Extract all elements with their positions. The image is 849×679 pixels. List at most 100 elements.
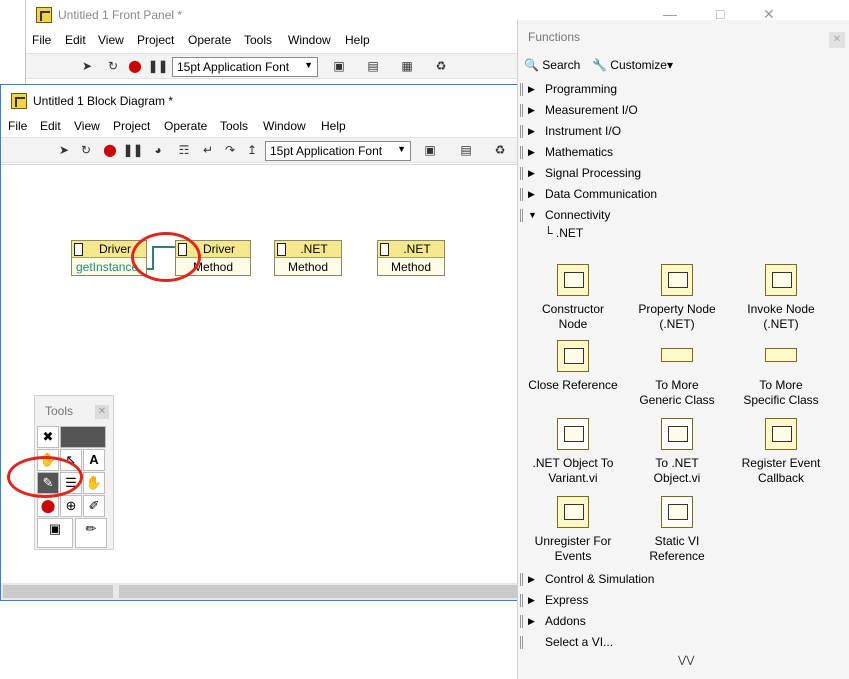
grip-icon <box>520 615 523 628</box>
reorder-icon[interactable]: ♻ <box>432 58 450 74</box>
menu-window[interactable]: Window <box>263 119 306 133</box>
menu-view[interactable]: View <box>74 119 100 133</box>
category-label: Data Communication <box>545 187 658 201</box>
run-arrow-icon[interactable]: ➤ <box>78 58 96 74</box>
pause-icon[interactable]: ❚❚ <box>123 142 143 158</box>
menu-project[interactable]: Project <box>137 33 174 47</box>
constructor-node-item[interactable]: Constructor Node <box>518 264 628 332</box>
close-reference-item[interactable]: Close Reference <box>518 340 628 393</box>
font-select[interactable]: 15pt Application Font ▼ <box>265 141 411 161</box>
automatic-selection-icon[interactable] <box>60 426 106 448</box>
subcategory-net[interactable]: └ .NET <box>544 226 583 240</box>
scrollbar-thumb[interactable] <box>3 585 113 598</box>
menu-window[interactable]: Window <box>288 33 331 47</box>
functions-palette: Functions ✕ 🔍 Search 🔧 Customize▾ ▶ Progr… <box>517 20 849 679</box>
category-instrument-io[interactable]: ▶ Instrument I/O <box>518 121 849 142</box>
get-color-icon[interactable]: ✐ <box>83 495 105 517</box>
menu-edit[interactable]: Edit <box>65 33 86 47</box>
pause-icon[interactable]: ❚❚ <box>148 58 168 74</box>
invoke-node-icon <box>765 264 797 296</box>
brush-icon[interactable]: ✏ <box>75 518 107 548</box>
invoke-node-item[interactable]: Invoke Node (.NET) <box>726 264 836 332</box>
category-label: Select a VI... <box>545 635 614 649</box>
expand-arrow-icon: ▶ <box>528 126 535 136</box>
align-objects-icon[interactable]: ▣ <box>330 58 348 74</box>
breakpoint-icon[interactable]: ⬤ <box>37 495 59 517</box>
retain-wire-values-icon[interactable]: ☶ <box>175 142 193 158</box>
run-continuously-icon[interactable]: ↻ <box>77 142 95 158</box>
menu-project[interactable]: Project <box>113 119 150 133</box>
chevron-down-icon: ▾ <box>666 58 674 72</box>
menu-operate[interactable]: Operate <box>164 119 207 133</box>
expand-arrow-icon: ▶ <box>528 574 535 584</box>
category-connectivity[interactable]: ▼ Connectivity <box>518 205 849 226</box>
font-select[interactable]: 15pt Application Font ▼ <box>172 57 318 77</box>
abort-icon[interactable]: ⬤ <box>101 142 119 158</box>
menu-edit[interactable]: Edit <box>40 119 61 133</box>
node-method-name[interactable]: Method <box>275 259 341 276</box>
edit-text-icon[interactable]: A <box>83 449 105 471</box>
to-net-object-item[interactable]: To .NET Object.vi <box>622 418 732 486</box>
category-addons[interactable]: ▶ Addons <box>518 611 849 632</box>
step-over-icon[interactable]: ↷ <box>221 142 239 158</box>
menu-file[interactable]: File <box>8 119 27 133</box>
category-data-communication[interactable]: ▶ Data Communication <box>518 184 849 205</box>
menu-view[interactable]: View <box>98 33 124 47</box>
to-more-specific-class-item[interactable]: To More Specific Class <box>726 340 836 408</box>
run-continuously-icon[interactable]: ↻ <box>104 58 122 74</box>
expand-arrow-icon: ▶ <box>528 84 535 94</box>
wrench-icon: 🔧 <box>592 58 607 72</box>
category-label: Programming <box>545 82 618 96</box>
property-node-item[interactable]: Property Node (.NET) <box>622 264 732 332</box>
close-icon[interactable]: ✕ <box>829 32 845 48</box>
menu-tools[interactable]: Tools <box>244 33 272 47</box>
category-signal-processing[interactable]: ▶ Signal Processing <box>518 163 849 184</box>
net-invoke-node[interactable]: .NET Method <box>377 240 445 276</box>
unregister-for-events-item[interactable]: Unregister For Events <box>518 496 628 564</box>
resize-objects-icon[interactable]: ▦ <box>398 58 416 74</box>
select-a-vi-item[interactable]: Select a VI... <box>518 632 849 653</box>
highlight-execution-icon[interactable]: ◕ <box>149 142 167 158</box>
net-object-to-variant-item[interactable]: .NET Object To Variant.vi <box>518 418 628 486</box>
category-control-simulation[interactable]: ▶ Control & Simulation <box>518 569 849 590</box>
set-color-icon[interactable]: ▣ <box>37 518 73 548</box>
run-arrow-icon[interactable]: ➤ <box>55 142 73 158</box>
step-into-icon[interactable]: ↵ <box>199 142 217 158</box>
scrollbar-track[interactable] <box>119 585 519 598</box>
menu-file[interactable]: File <box>32 33 51 47</box>
grip-icon <box>520 83 523 96</box>
auto-tool-icon[interactable]: ✖ <box>37 426 59 448</box>
reorder-icon[interactable]: ♻ <box>491 142 509 158</box>
category-label: Control & Simulation <box>545 572 655 586</box>
item-label: Invoke Node <box>747 302 815 316</box>
labview-vi-icon <box>36 7 52 23</box>
distribute-objects-icon[interactable]: ▤ <box>364 58 382 74</box>
menu-help[interactable]: Help <box>345 33 370 47</box>
menu-help[interactable]: Help <box>321 119 346 133</box>
register-event-callback-item[interactable]: Register Event Callback <box>726 418 836 486</box>
customize-button[interactable]: 🔧 Customize▾ <box>592 58 673 72</box>
item-label: Register Event <box>741 456 821 470</box>
category-measurement-io[interactable]: ▶ Measurement I/O <box>518 100 849 121</box>
double-chevron-down-icon[interactable]: ⋁⋁ <box>678 655 694 666</box>
net-invoke-node[interactable]: .NET Method <box>274 240 342 276</box>
step-out-icon[interactable]: ↥ <box>243 142 261 158</box>
menu-operate[interactable]: Operate <box>188 33 231 47</box>
expand-arrow-icon: ▶ <box>528 105 535 115</box>
align-objects-icon[interactable]: ▣ <box>421 142 439 158</box>
distribute-objects-icon[interactable]: ▤ <box>457 142 475 158</box>
menu-tools[interactable]: Tools <box>220 119 248 133</box>
horizontal-scrollbar[interactable] <box>1 583 599 600</box>
node-method-name[interactable]: Method <box>378 259 444 276</box>
search-button[interactable]: 🔍 Search <box>524 58 580 72</box>
category-mathematics[interactable]: ▶ Mathematics <box>518 142 849 163</box>
item-label: .NET Object To <box>532 456 614 470</box>
probe-icon[interactable]: ⊕ <box>60 495 82 517</box>
scroll-window-icon[interactable]: ✋ <box>83 472 105 494</box>
to-more-generic-class-item[interactable]: To More Generic Class <box>622 340 732 408</box>
static-vi-reference-item[interactable]: Static VI Reference <box>622 496 732 564</box>
category-express[interactable]: ▶ Express <box>518 590 849 611</box>
category-programming[interactable]: ▶ Programming <box>518 79 849 100</box>
close-icon[interactable]: ✕ <box>95 405 109 419</box>
abort-icon[interactable]: ⬤ <box>126 58 144 74</box>
